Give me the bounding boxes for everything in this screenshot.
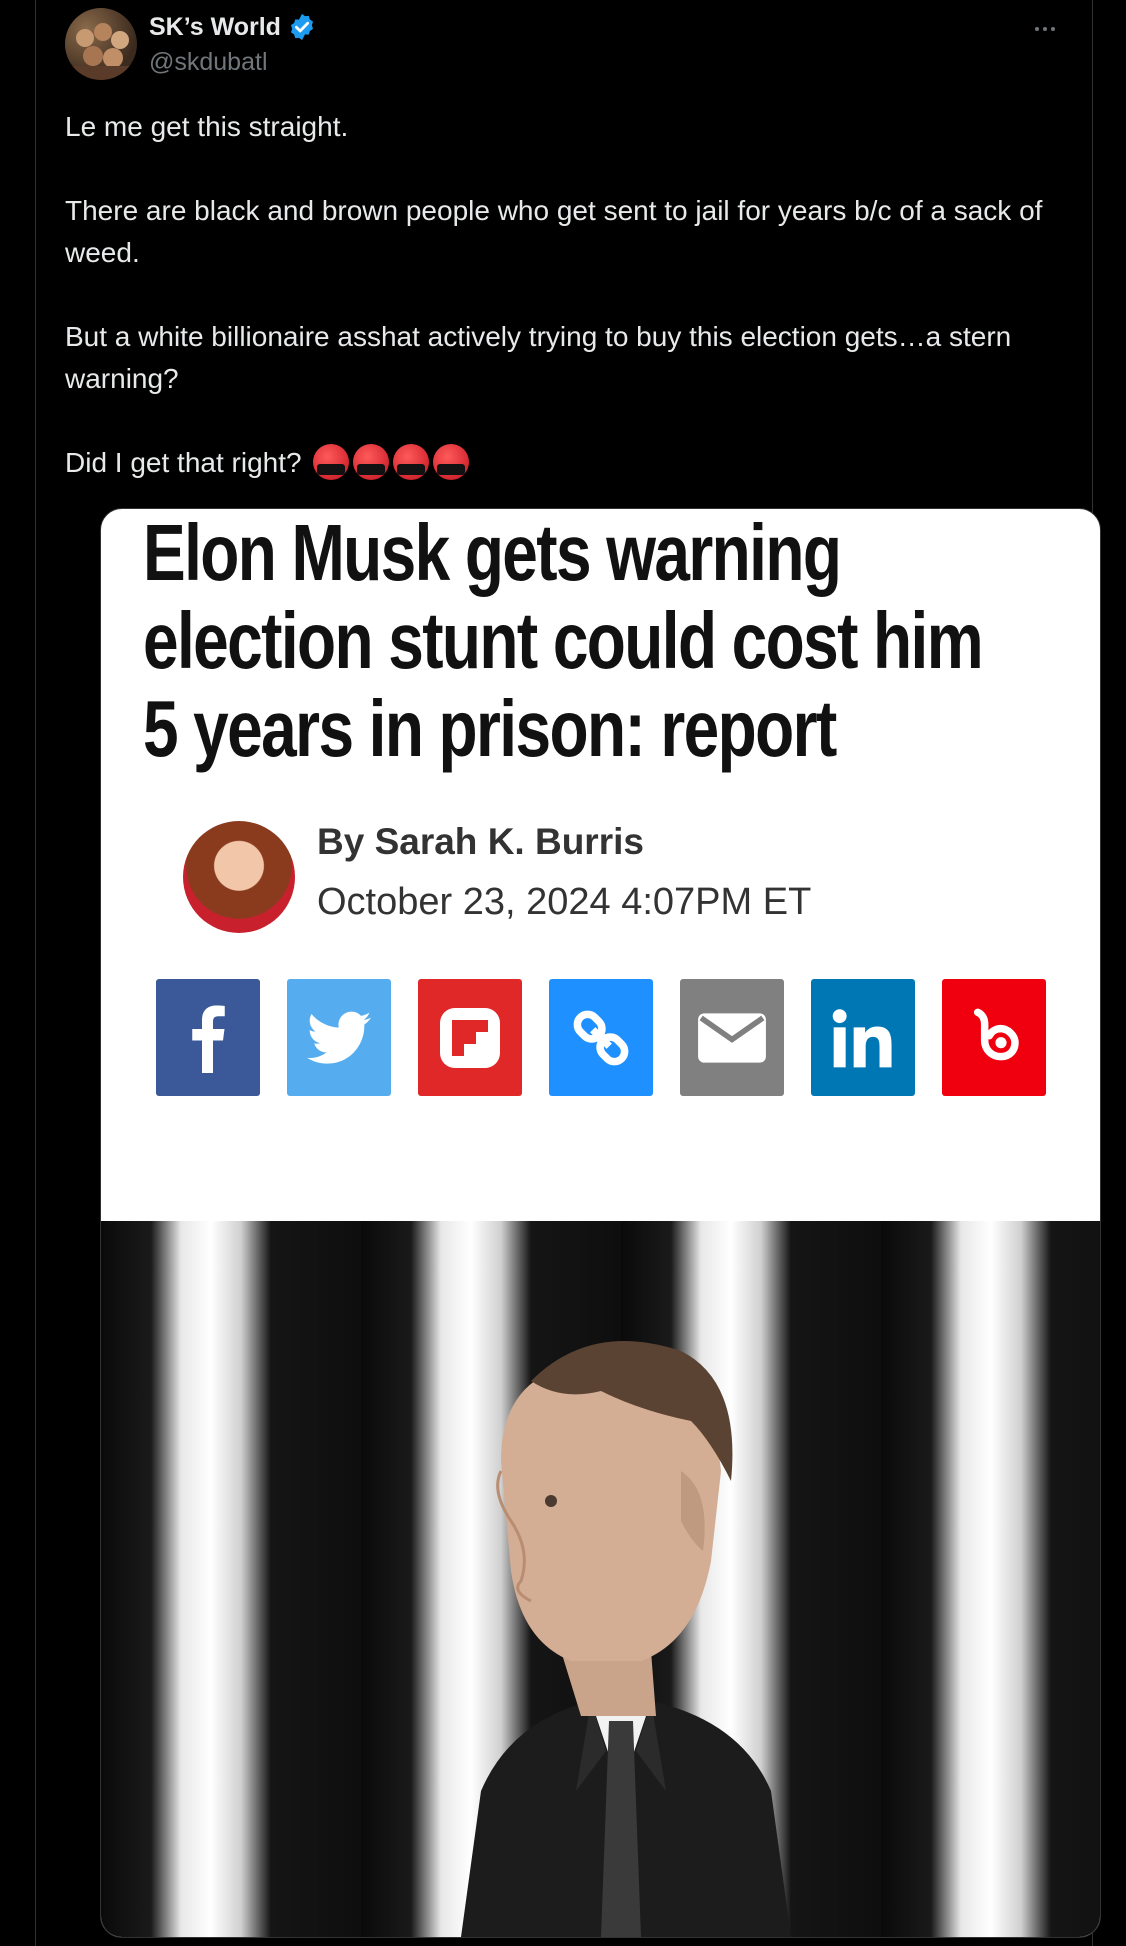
facebook-icon xyxy=(192,1005,225,1073)
tweet-paragraph-last: Did I get that right? xyxy=(65,442,1065,484)
author-photo xyxy=(183,821,295,933)
verified-badge-icon xyxy=(287,12,317,42)
flipboard-share-button[interactable] xyxy=(418,979,522,1096)
media-card[interactable]: Elon Musk gets warning election stunt co… xyxy=(100,508,1101,1938)
email-share-button[interactable] xyxy=(680,979,784,1096)
share-buttons xyxy=(156,979,1046,1096)
tweet-text: Le me get this straight. There are black… xyxy=(65,106,1065,526)
tweet-paragraph: But a white billionaire asshat actively … xyxy=(65,321,1012,394)
author-name-row[interactable]: SK’s World xyxy=(149,12,317,42)
bluesky-share-icon xyxy=(973,1008,1019,1060)
more-options-icon[interactable] xyxy=(1025,14,1065,44)
angry-face-with-symbols-icon xyxy=(393,444,430,480)
angry-face-with-symbols-icon xyxy=(433,444,470,480)
envelope-icon xyxy=(698,1012,766,1063)
tweet-paragraph-text: Did I get that right? xyxy=(65,447,302,478)
article-byline: By Sarah K. Burris xyxy=(317,821,644,862)
angry-face-with-symbols-icon xyxy=(313,444,350,480)
article-date: October 23, 2024 4:07PM ET xyxy=(317,881,812,923)
linkedin-icon xyxy=(832,1008,892,1067)
link-icon xyxy=(573,1010,629,1065)
twitter-share-button[interactable] xyxy=(287,979,391,1096)
tweet-paragraph: Le me get this straight. xyxy=(65,111,349,142)
handle[interactable]: @skdubatl xyxy=(149,48,268,77)
man-profile-illustration xyxy=(461,1341,791,1937)
flipboard-icon xyxy=(440,1007,500,1068)
headline-line: 5 years in prison: report xyxy=(143,684,837,773)
headline-line: election stunt could cost him xyxy=(143,596,984,685)
headline-line: Elon Musk gets warning xyxy=(143,508,842,597)
copy-link-button[interactable] xyxy=(549,979,653,1096)
avatar[interactable] xyxy=(65,8,137,80)
tweet-paragraph: There are black and brown people who get… xyxy=(65,195,1043,268)
twitter-bird-icon xyxy=(307,1011,371,1064)
angry-face-with-symbols-icon xyxy=(353,444,390,480)
display-name[interactable]: SK’s World xyxy=(149,13,281,42)
article-photo xyxy=(101,1221,1100,1937)
bluesky-share-button[interactable] xyxy=(942,979,1046,1096)
article-headline: Elon Musk gets warning election stunt co… xyxy=(143,508,984,773)
facebook-share-button[interactable] xyxy=(156,979,260,1096)
linkedin-share-button[interactable] xyxy=(811,979,915,1096)
timeline-column: SK’s World @skdubatl Le me get this stra… xyxy=(35,0,1101,1946)
